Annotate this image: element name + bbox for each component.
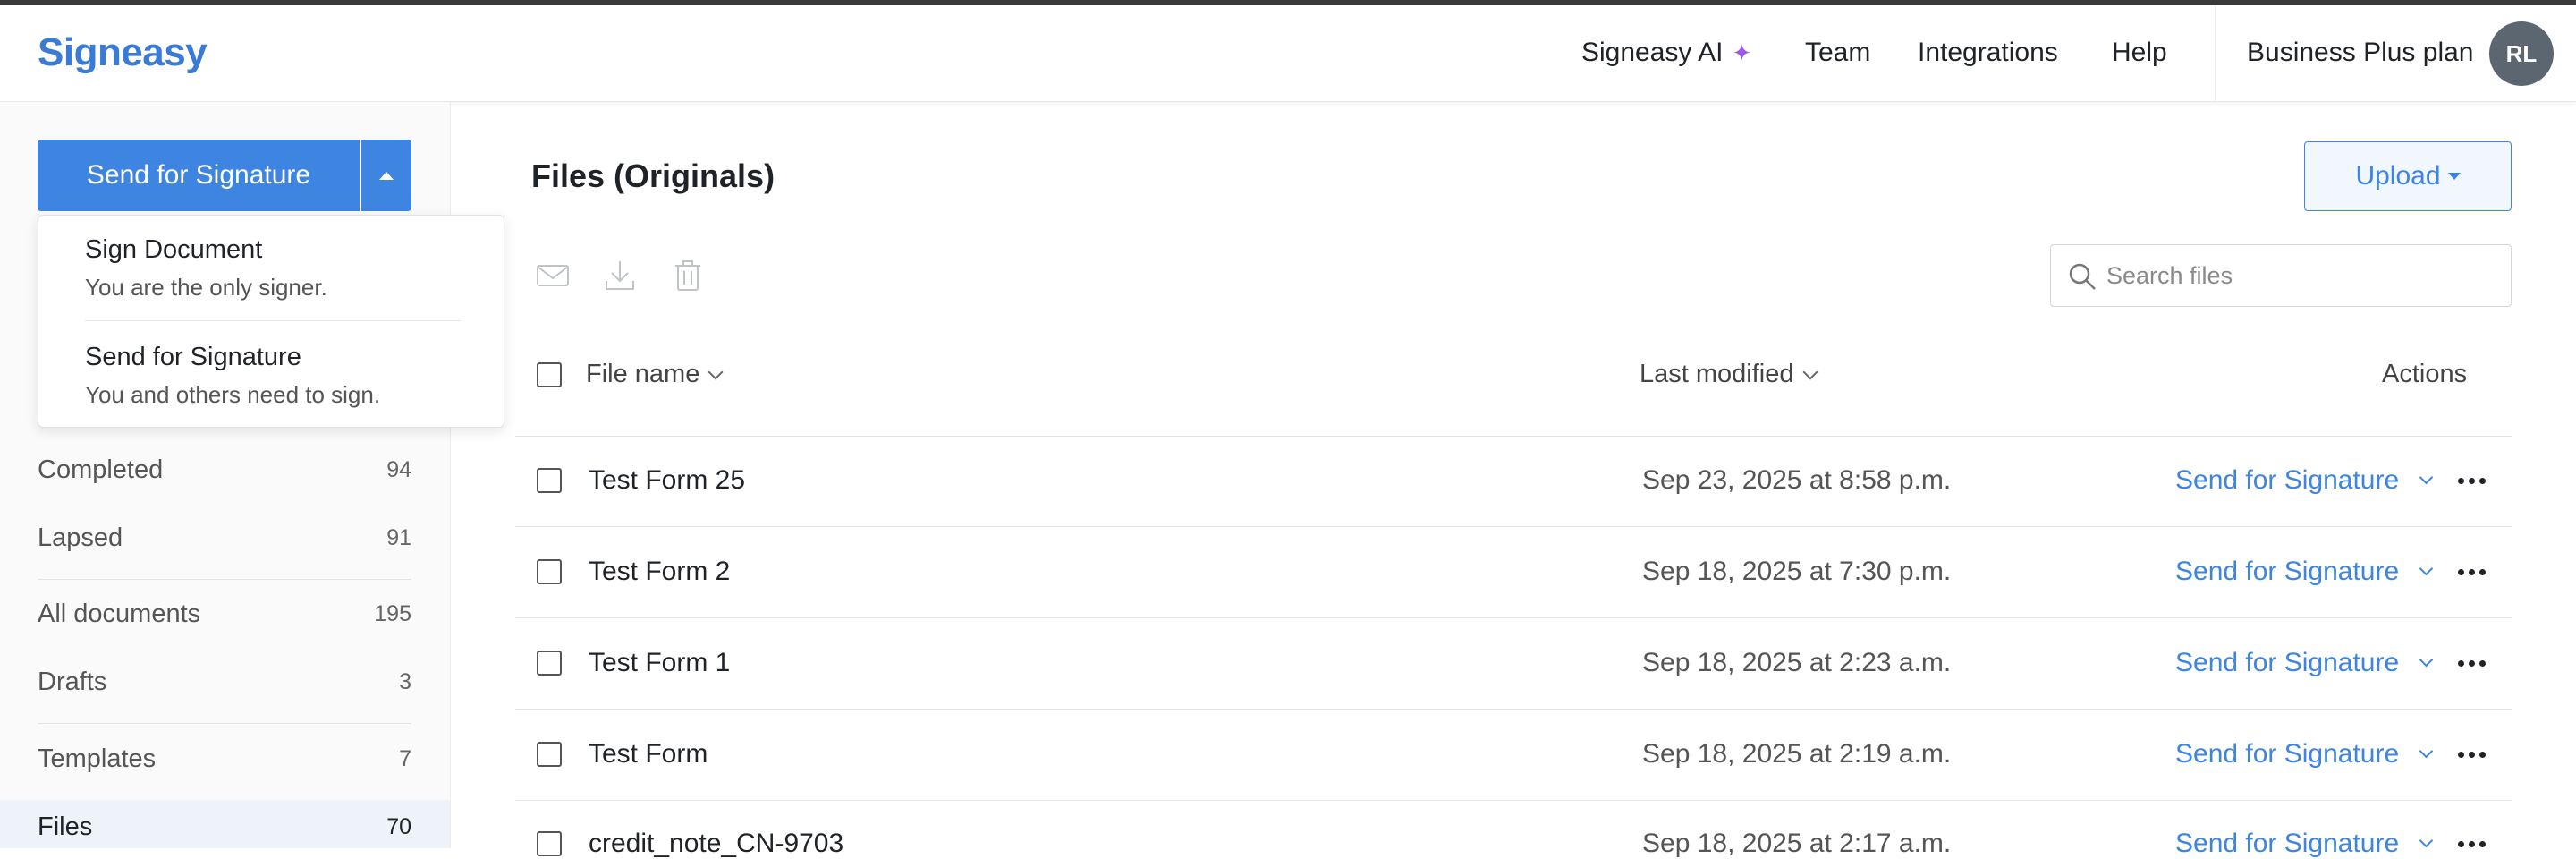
- sidebar-item-count: 91: [386, 525, 411, 550]
- header-divider: [2215, 5, 2216, 102]
- file-name[interactable]: credit_note_CN-9703: [589, 829, 843, 859]
- sidebar-item-count: 195: [374, 601, 411, 626]
- chevron-down-icon: [1802, 364, 1818, 379]
- search-files-box: [2050, 244, 2512, 307]
- chevron-down-icon[interactable]: [2419, 652, 2434, 668]
- nav-help[interactable]: Help: [2112, 38, 2167, 68]
- nav-team[interactable]: Team: [1805, 38, 1870, 68]
- upload-button-label: Upload: [2355, 161, 2441, 191]
- file-name[interactable]: Test Form: [589, 739, 708, 770]
- more-options-icon[interactable]: [2458, 569, 2486, 575]
- row-checkbox[interactable]: [537, 559, 562, 584]
- search-icon: [2069, 263, 2096, 290]
- sidebar-item-lapsed[interactable]: Lapsed 91: [38, 523, 411, 553]
- send-for-signature-button[interactable]: Send for Signature: [38, 140, 360, 211]
- sidebar-item-label: Drafts: [38, 668, 107, 696]
- sidebar-item-count: 7: [399, 746, 411, 771]
- chevron-down-icon[interactable]: [2419, 833, 2434, 848]
- download-icon[interactable]: [602, 258, 638, 293]
- row-checkbox[interactable]: [537, 651, 562, 676]
- sidebar-item-count: 3: [399, 669, 411, 694]
- sidebar-item-drafts[interactable]: Drafts 3: [38, 668, 411, 697]
- last-modified: Sep 23, 2025 at 8:58 p.m.: [1642, 465, 1952, 495]
- row-divider: [515, 709, 2512, 710]
- row-checkbox[interactable]: [537, 468, 562, 493]
- sidebar-item-label: Completed: [38, 455, 164, 484]
- signeasy-logo[interactable]: Signeasy: [38, 30, 208, 75]
- sidebar-divider: [38, 723, 411, 724]
- table-divider: [515, 436, 2512, 437]
- row-send-for-signature-link[interactable]: Send for Signature: [2175, 739, 2399, 770]
- sidebar-item-label: Lapsed: [38, 523, 123, 552]
- upload-button[interactable]: Upload: [2304, 141, 2512, 211]
- last-modified: Sep 18, 2025 at 2:23 a.m.: [1642, 648, 1952, 677]
- chevron-down-icon[interactable]: [2419, 744, 2434, 759]
- row-checkbox[interactable]: [537, 742, 562, 767]
- avatar[interactable]: RL: [2489, 21, 2554, 86]
- last-modified: Sep 18, 2025 at 2:17 a.m.: [1642, 829, 1952, 858]
- caret-up-icon: [379, 171, 394, 180]
- sidebar-item-files[interactable]: Files 70: [38, 812, 411, 842]
- search-input[interactable]: [2106, 245, 2500, 306]
- sidebar-item-all-documents[interactable]: All documents 195: [38, 600, 411, 629]
- row-checkbox[interactable]: [537, 831, 562, 856]
- last-modified: Sep 18, 2025 at 2:19 a.m.: [1642, 739, 1952, 769]
- column-header-actions: Actions: [2382, 360, 2468, 388]
- dropdown-item-sign-document[interactable]: Sign Document You are the only signer.: [85, 235, 327, 302]
- page-title: Files (Originals): [531, 157, 775, 194]
- plan-label[interactable]: Business Plus plan: [2247, 38, 2473, 68]
- row-send-for-signature-link[interactable]: Send for Signature: [2175, 829, 2399, 859]
- sidebar-item-completed[interactable]: Completed 94: [38, 455, 411, 485]
- sidebar-item-count: 94: [386, 457, 411, 482]
- sidebar-item-label: Templates: [38, 744, 157, 773]
- column-header-file-name[interactable]: File name: [586, 360, 724, 389]
- more-options-icon[interactable]: [2458, 841, 2486, 847]
- sidebar-item-count: 70: [386, 814, 411, 839]
- row-send-for-signature-link[interactable]: Send for Signature: [2175, 465, 2399, 496]
- row-divider: [515, 800, 2512, 801]
- row-send-for-signature-link[interactable]: Send for Signature: [2175, 557, 2399, 587]
- row-send-for-signature-link[interactable]: Send for Signature: [2175, 648, 2399, 678]
- email-icon[interactable]: [535, 258, 571, 293]
- dropdown-item-title: Send for Signature: [85, 343, 301, 371]
- column-header-label: File name: [586, 360, 700, 388]
- row-divider: [515, 526, 2512, 527]
- file-name[interactable]: Test Form 25: [589, 465, 745, 496]
- dropdown-item-subtitle: You and others need to sign.: [85, 381, 381, 408]
- trash-icon[interactable]: [670, 258, 706, 293]
- nav-signeasy-ai-label: Signeasy AI: [1581, 38, 1724, 67]
- chevron-down-icon[interactable]: [2419, 561, 2434, 576]
- sidebar-item-label: Files: [38, 812, 93, 841]
- top-header: Signeasy Signeasy AI ✦ Team Integrations…: [0, 5, 2576, 102]
- sparkle-icon: ✦: [1732, 38, 1752, 66]
- more-options-icon[interactable]: [2458, 660, 2486, 667]
- chevron-down-icon: [708, 364, 724, 379]
- chevron-down-icon[interactable]: [2419, 470, 2434, 485]
- sidebar-divider: [38, 579, 411, 580]
- last-modified: Sep 18, 2025 at 7:30 p.m.: [1642, 557, 1952, 586]
- file-name[interactable]: Test Form 1: [589, 648, 730, 678]
- column-header-label: Last modified: [1640, 360, 1794, 388]
- sidebar-item-templates[interactable]: Templates 7: [38, 744, 411, 774]
- dropdown-item-send-for-signature[interactable]: Send for Signature You and others need t…: [85, 343, 380, 409]
- dropdown-divider: [85, 320, 461, 321]
- nav-signeasy-ai[interactable]: Signeasy AI ✦: [1581, 38, 1751, 68]
- send-options-toggle[interactable]: [361, 140, 411, 211]
- nav-integrations[interactable]: Integrations: [1918, 38, 2058, 68]
- more-options-icon[interactable]: [2458, 478, 2486, 484]
- send-options-dropdown: Sign Document You are the only signer. S…: [38, 215, 504, 428]
- more-options-icon[interactable]: [2458, 752, 2486, 758]
- dropdown-item-title: Sign Document: [85, 235, 263, 264]
- row-divider: [515, 617, 2512, 618]
- select-all-checkbox[interactable]: [537, 362, 562, 387]
- chevron-down-icon: [2447, 173, 2461, 180]
- sidebar-item-label: All documents: [38, 600, 201, 628]
- file-name[interactable]: Test Form 2: [589, 557, 730, 587]
- column-header-last-modified[interactable]: Last modified: [1640, 360, 1818, 389]
- dropdown-item-subtitle: You are the only signer.: [85, 274, 327, 301]
